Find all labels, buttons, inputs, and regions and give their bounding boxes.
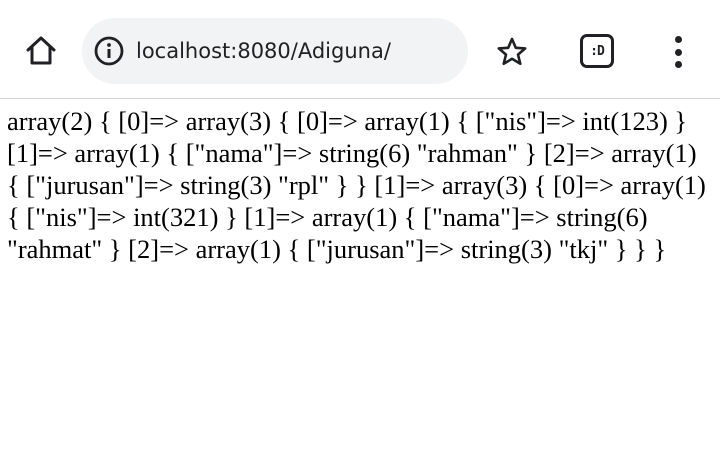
page-content: array(2) { [0]=> array(3) { [0]=> array(… <box>0 99 720 476</box>
menu-dot <box>674 48 682 56</box>
menu-dot <box>674 36 682 43</box>
address-bar[interactable]: localhost:8080/Adiguna/ <box>82 18 468 84</box>
more-vert-icon[interactable] <box>662 30 694 74</box>
var-dump-output: array(2) { [0]=> array(3) { [0]=> array(… <box>7 106 706 264</box>
tab-switcher-button[interactable]: :D <box>580 34 614 68</box>
menu-dot <box>674 61 682 68</box>
home-button[interactable] <box>18 27 64 73</box>
bookmark-star-button[interactable] <box>492 32 532 72</box>
info-icon[interactable] <box>90 32 128 70</box>
home-icon <box>26 36 56 65</box>
star-icon <box>497 37 527 66</box>
browser-toolbar: localhost:8080/Adiguna/ :D <box>0 0 720 99</box>
url-text[interactable]: localhost:8080/Adiguna/ <box>136 18 391 84</box>
